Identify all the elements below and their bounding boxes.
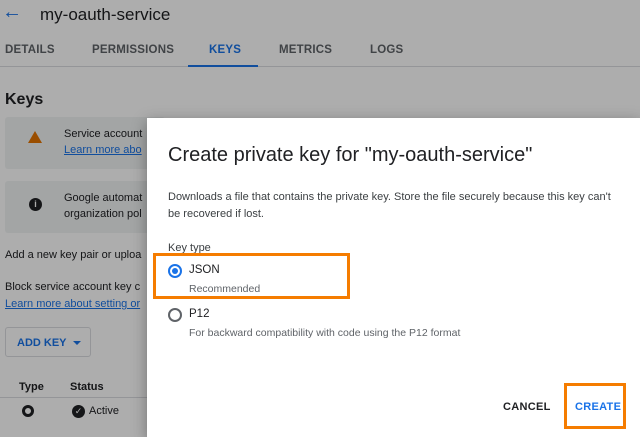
cancel-button[interactable]: CANCEL [503, 401, 551, 413]
key-type-option-p12[interactable]: P12 For backward compatibility with code… [168, 308, 498, 342]
json-option-highlight [153, 253, 350, 299]
dialog-title: Create private key for "my-oauth-service… [168, 144, 533, 166]
p12-radio[interactable] [168, 308, 182, 322]
dialog-description: Downloads a file that contains the priva… [168, 191, 611, 220]
create-button-highlight [564, 383, 626, 429]
p12-sublabel: For backward compatibility with code usi… [189, 327, 461, 339]
p12-label: P12 [189, 308, 210, 320]
